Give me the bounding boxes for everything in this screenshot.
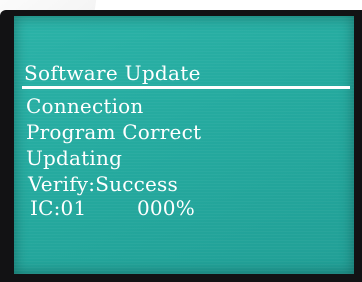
ic-label: IC:01	[30, 196, 87, 220]
status-verify: Verify:Success	[28, 172, 178, 196]
status-updating: Updating	[26, 146, 123, 170]
screen-title: Software Update	[24, 61, 201, 85]
progress-percent: 000%	[136, 196, 195, 220]
photo-frame: Software Update Connection Program Corre…	[0, 0, 362, 282]
ic-progress-row: IC:01 000%	[30, 196, 195, 220]
lcd-screen: Software Update Connection Program Corre…	[14, 16, 354, 274]
status-program-correct: Program Correct	[26, 120, 202, 144]
title-divider	[22, 86, 350, 89]
screen-texture	[14, 16, 354, 274]
status-connection: Connection	[26, 94, 144, 118]
